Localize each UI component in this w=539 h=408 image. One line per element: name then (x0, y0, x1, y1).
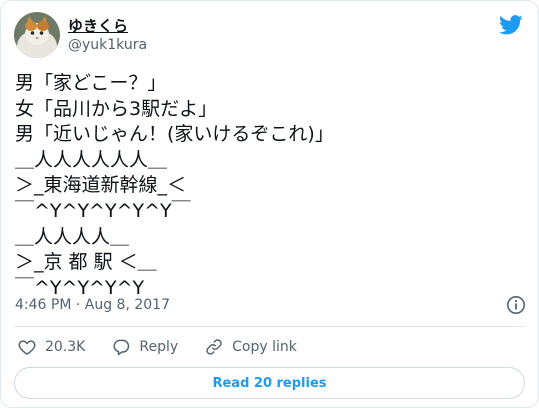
tweet-line: 女「品川から3駅だよ」 (15, 97, 218, 120)
tweet-line: ＿人人人人人人＿ (15, 148, 168, 171)
tweet-card: ゆきくら @yuk1kura 男「家どこー？」女「品川から3駅だよ」男「近いじゃ… (0, 0, 539, 408)
tweet-line: 男「家どこー？」 (15, 72, 167, 94)
reply-button[interactable]: Reply (111, 337, 178, 357)
copy-link-button[interactable]: Copy link (204, 337, 297, 357)
tweet-text: 男「家どこー？」 女「品川から3駅だよ」 男「近いじゃん！(家いけるぞこれ)」 ＿人人… (15, 71, 525, 301)
tweet-line: ＞_東海道新幹線_＜ (15, 174, 187, 197)
avatar[interactable] (14, 12, 60, 58)
tweet-line: ＞_京 都 駅 ＜＿ (15, 251, 157, 274)
tweet-line: 男「近いじゃん！(家いけるぞこれ)」 (15, 123, 334, 146)
reply-label: Reply (139, 339, 179, 355)
tweet-line: ￣^Y^Y^Y^Y^Y￣ (15, 199, 191, 222)
tweet-timestamp[interactable]: 4:46 PM · Aug 8, 2017 (15, 297, 170, 313)
twitter-bird-icon[interactable] (499, 14, 523, 36)
reply-icon (113, 339, 130, 356)
cat-avatar-image (14, 12, 60, 58)
divider (14, 326, 525, 327)
read-replies-button[interactable]: Read 20 replies (14, 367, 525, 399)
like-count: 20.3K (45, 339, 86, 355)
like-button[interactable]: 20.3K (17, 337, 85, 357)
action-bar: 20.3K Reply Copy link (17, 337, 323, 357)
display-name[interactable]: ゆきくら (68, 15, 128, 36)
copy-link-label: Copy link (232, 339, 297, 355)
heart-icon (18, 340, 36, 355)
info-icon[interactable] (506, 295, 526, 315)
user-handle[interactable]: @yuk1kura (68, 37, 147, 53)
link-icon (206, 339, 222, 355)
tweet-line: ＿人人人人＿ (15, 225, 130, 248)
